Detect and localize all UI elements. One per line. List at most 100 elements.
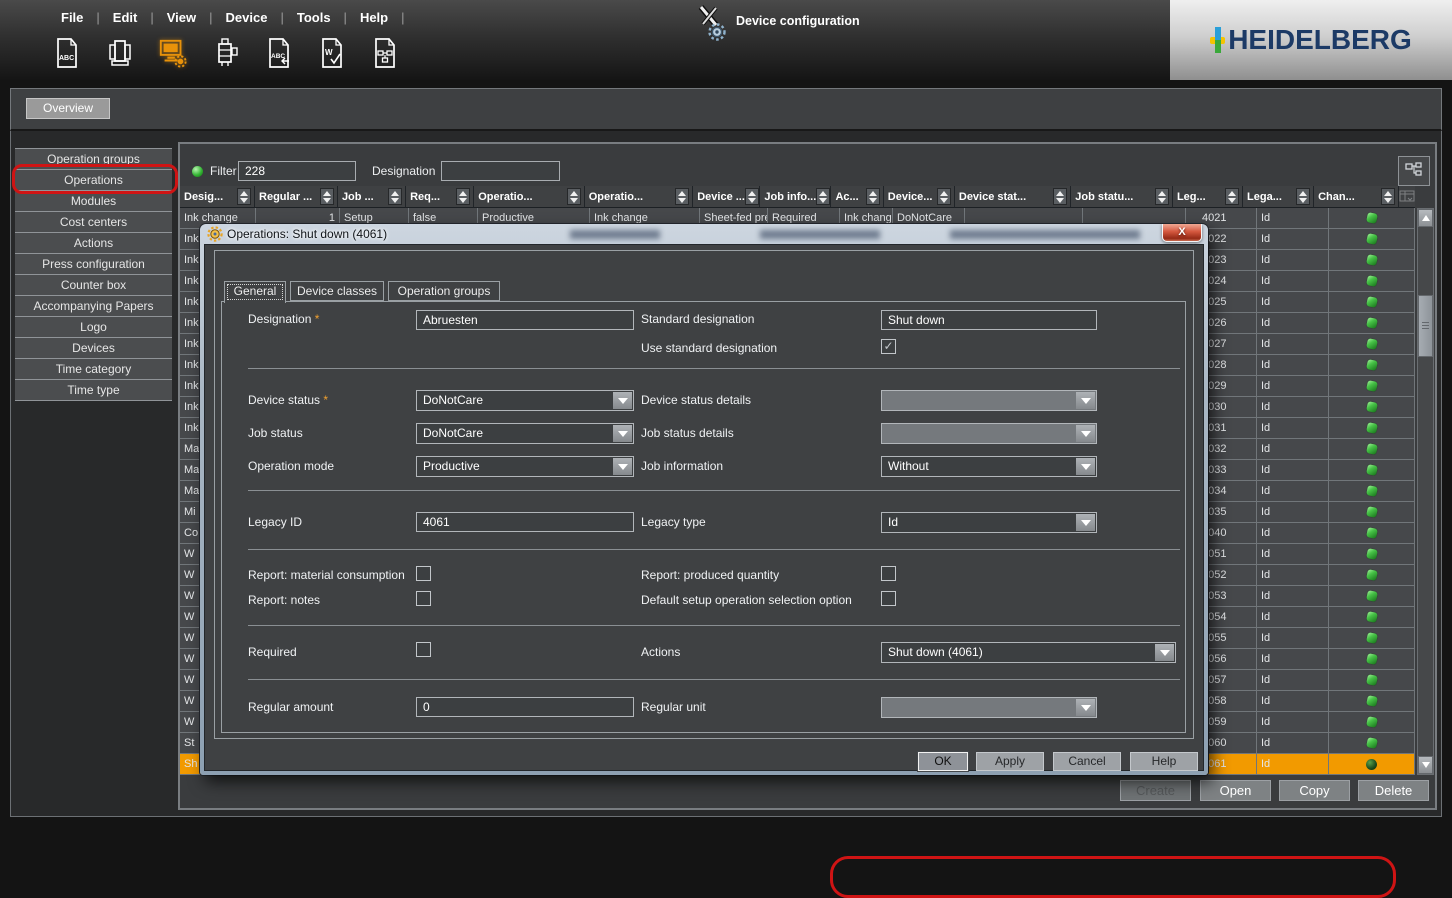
column-header-2[interactable]: Job ... [337,186,407,208]
chevron-down-icon[interactable] [613,458,632,475]
document-check-icon[interactable]: W [317,36,347,70]
chevron-down-icon[interactable] [1076,514,1095,531]
column-header-3[interactable]: Req... [406,186,475,208]
menu-edit[interactable]: Edit [100,8,151,27]
device-status-select[interactable]: DoNotCare [416,390,634,411]
sidebar-item-press-configuration[interactable]: Press configuration [15,254,172,275]
operation-mode-select[interactable]: Productive [416,456,634,477]
tab-device-classes[interactable]: Device classes [290,281,384,301]
sidebar-item-operations[interactable]: Operations [15,170,172,191]
regular-amount-input[interactable]: 0 [416,697,634,717]
sort-icon[interactable] [1225,188,1240,205]
column-header-6[interactable]: Device ... [693,186,761,208]
column-header-5[interactable]: Operatio... [584,186,694,208]
actions-select[interactable]: Shut down (4061) [881,642,1176,663]
menu-device[interactable]: Device [213,8,281,27]
chevron-down-icon[interactable] [613,425,632,442]
sidebar-item-operation-groups[interactable]: Operation groups [15,149,172,170]
computer-settings-icon[interactable] [158,36,188,70]
sidebar-item-actions[interactable]: Actions [15,233,172,254]
close-icon[interactable]: X [1162,224,1202,242]
delete-button[interactable]: Delete [1358,780,1429,801]
job-status-select[interactable]: DoNotCare [416,423,634,444]
sidebar-item-logo[interactable]: Logo [15,317,172,338]
use-standard-checkbox[interactable] [881,339,896,354]
device-icon[interactable] [211,36,241,70]
scrollbar-thumb[interactable] [1418,295,1433,357]
column-header-1[interactable]: Regular ... [255,186,338,208]
legacy-type-select[interactable]: Id [881,512,1097,533]
sort-icon[interactable] [388,188,403,205]
sort-icon[interactable] [566,188,581,205]
legacy-id-input[interactable]: 4061 [416,512,634,532]
vertical-scrollbar[interactable] [1417,208,1434,775]
copy-button[interactable]: Copy [1279,780,1350,801]
menu-file[interactable]: File [48,8,96,27]
sort-icon[interactable] [744,188,759,205]
column-label: Lega... [1247,190,1282,203]
overview-button[interactable]: Overview [26,98,110,119]
help-button[interactable]: Help [1130,752,1198,771]
standard-designation-input[interactable]: Shut down [881,310,1097,330]
sidebar-item-time-type[interactable]: Time type [15,380,172,401]
sort-icon[interactable] [319,188,334,205]
document-link-icon[interactable] [370,36,400,70]
sort-icon[interactable] [1053,188,1068,205]
sort-icon[interactable] [936,188,951,205]
sidebar-item-accompanying-papers[interactable]: Accompanying Papers [15,296,172,317]
standard-designation-label: Standard designation [641,312,755,326]
report-material-checkbox[interactable] [416,566,431,581]
sidebar-item-counter-box[interactable]: Counter box [15,275,172,296]
document-abc-icon[interactable]: ABC [52,36,82,70]
apply-button[interactable]: Apply [976,752,1044,771]
job-information-select[interactable]: Without [881,456,1097,477]
column-header-8[interactable]: Ac... [831,186,884,208]
sort-icon[interactable] [456,188,471,205]
tab-operation-groups[interactable]: Operation groups [388,281,500,301]
report-notes-checkbox[interactable] [416,591,431,606]
designation-filter-input[interactable] [441,161,560,181]
scroll-down-button[interactable] [1418,756,1433,774]
chevron-down-icon[interactable] [1155,644,1174,661]
default-setup-checkbox[interactable] [881,591,896,606]
menu-help[interactable]: Help [347,8,401,27]
cancel-button[interactable]: Cancel [1053,752,1121,771]
ok-button[interactable]: OK [918,752,968,771]
sidebar-item-modules[interactable]: Modules [15,191,172,212]
sort-icon[interactable] [1154,188,1169,205]
menu-view[interactable]: View [154,8,209,27]
sort-icon[interactable] [1380,188,1395,205]
sidebar-item-time-category[interactable]: Time category [15,359,172,380]
column-header-0[interactable]: Desig... [180,186,256,208]
column-header-12[interactable]: Leg... [1172,186,1244,208]
tree-view-button[interactable] [1398,156,1430,186]
required-checkbox[interactable] [416,642,431,657]
sidebar-item-devices[interactable]: Devices [15,338,172,359]
chevron-down-icon[interactable] [1076,458,1095,475]
sort-icon[interactable] [865,188,880,205]
cell-legacy-type: Id [1257,460,1329,480]
sidebar-item-cost-centers[interactable]: Cost centers [15,212,172,233]
document-import-icon[interactable]: ABC [264,36,294,70]
scroll-up-button[interactable] [1418,209,1433,227]
column-header-10[interactable]: Device stat... [954,186,1072,208]
report-quantity-checkbox[interactable] [881,566,896,581]
sort-icon[interactable] [237,188,252,205]
column-header-7[interactable]: Job info... [760,186,832,208]
filter-input[interactable]: 228 [238,161,356,181]
column-header-14[interactable]: Chan... [1314,186,1399,208]
sort-icon[interactable] [816,188,831,205]
column-header-11[interactable]: Job statu... [1071,186,1173,208]
column-header-9[interactable]: Device... [883,186,955,208]
dialog-title-bar[interactable]: Operations: Shut down (4061) X [200,224,1208,244]
column-header-4[interactable]: Operatio... [474,186,585,208]
sort-icon[interactable] [1296,188,1311,205]
open-button[interactable]: Open [1200,780,1271,801]
designation-input[interactable]: Abruesten [416,310,634,330]
column-header-13[interactable]: Lega... [1243,186,1315,208]
sort-icon[interactable] [675,188,690,205]
menu-tools[interactable]: Tools [284,8,344,27]
print-queue-icon[interactable] [105,36,135,70]
chevron-down-icon[interactable] [613,392,632,409]
tab-general[interactable]: General [224,281,286,303]
